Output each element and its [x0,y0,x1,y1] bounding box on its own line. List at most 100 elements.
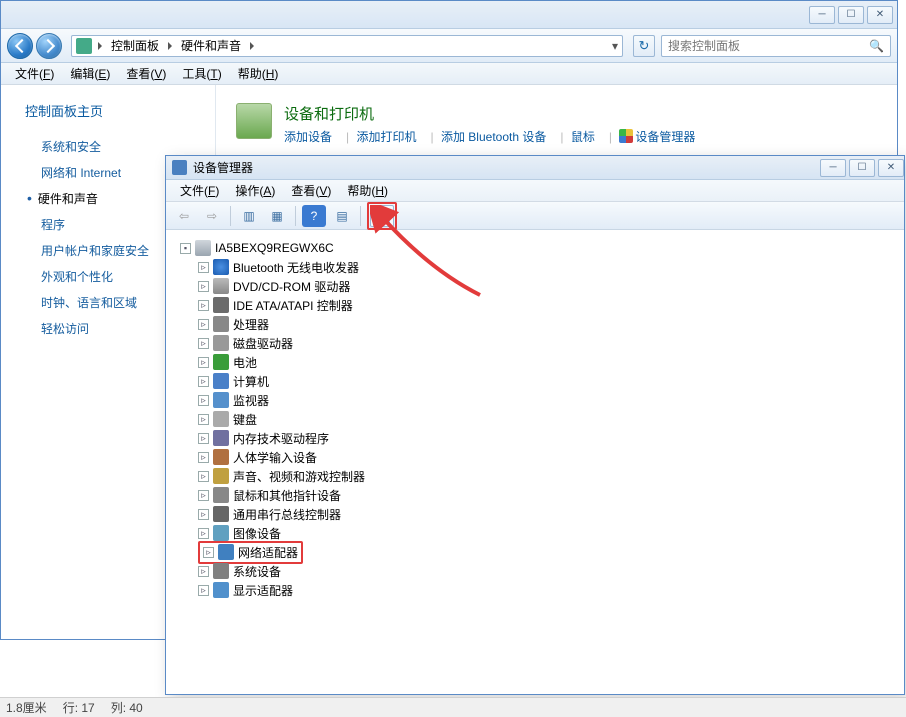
link-mouse[interactable]: 鼠标 [571,130,595,144]
menu-编辑[interactable]: 编辑(E) [62,63,118,84]
menu-帮助[interactable]: 帮助(H) [339,180,396,201]
tree-item-label: 通用串行总线控制器 [233,506,341,523]
expand-icon[interactable]: ▹ [198,471,209,482]
tree-item[interactable]: ▹ 人体学输入设备 [176,448,894,466]
tree-root[interactable]: ▪ IA5BEXQ9REGWX6C [176,239,894,257]
properties-icon[interactable]: ▦ [265,205,289,227]
tree-item[interactable]: ▹处理器 [176,315,894,333]
category-title[interactable]: 设备和打印机 [284,103,705,124]
forward-button[interactable] [36,33,62,59]
tree-item-label: 网络适配器 [238,544,298,561]
breadcrumb-segment[interactable]: 控制面板 [104,35,166,56]
menu-查看[interactable]: 查看(V) [118,63,174,84]
expand-icon[interactable]: ▹ [198,585,209,596]
tree-item[interactable]: ▹图像设备 [176,524,894,542]
tree-item[interactable]: ▹鼠标和其他指针设备 [176,486,894,504]
expand-icon[interactable]: ▹ [198,509,209,520]
dm-toolbar: ⇦ ⇨ ▥ ▦ ? ▤ [166,202,904,230]
expand-icon[interactable]: ▹ [198,338,209,349]
link-add-device[interactable]: 添加设备 [284,130,332,144]
close-button[interactable]: ✕ [867,6,893,24]
tree-item[interactable]: ▹ 通用串行总线控制器 [176,505,894,523]
dropdown-icon[interactable]: ▾ [612,39,618,53]
ic-disk [213,335,229,351]
tree-item[interactable]: ▹ 内存技术驱动程序 [176,429,894,447]
chevron-right-icon [250,42,254,50]
ic-comp [213,373,229,389]
maximize-button[interactable]: ☐ [838,6,864,24]
help-icon[interactable]: ? [302,205,326,227]
scan-hardware-icon[interactable] [370,205,394,227]
update-driver-icon[interactable]: ▤ [330,205,354,227]
cp-caption-bar: ─ ☐ ✕ [1,1,897,29]
dm-menu-bar: 文件(F)操作(A)查看(V)帮助(H) [166,180,904,202]
ic-bat [213,354,229,370]
expand-icon[interactable]: ▹ [198,528,209,539]
tree-item[interactable]: ▹ 磁盘驱动器 [176,334,894,352]
link-device-manager[interactable]: 设备管理器 [635,130,695,144]
expand-icon[interactable]: ▹ [198,357,209,368]
tree-item[interactable]: ▹ 键盘 [176,410,894,428]
expand-icon[interactable]: ▹ [198,319,209,330]
tree-item-label: 键盘 [233,411,257,428]
expand-icon[interactable]: ▹ [198,433,209,444]
expand-icon[interactable]: ▹ [198,376,209,387]
tree-item[interactable]: ▹DVD/CD-ROM 驱动器 [176,277,894,295]
back-button[interactable] [7,33,33,59]
menu-操作[interactable]: 操作(A) [227,180,283,201]
link-add-bluetooth[interactable]: 添加 Bluetooth 设备 [441,130,546,144]
shield-icon [619,129,633,143]
expand-icon[interactable]: ▹ [198,490,209,501]
tree-item[interactable]: ▹系统设备 [176,562,894,580]
expand-icon[interactable]: ▹ [198,452,209,463]
dm-close-button[interactable]: ✕ [878,159,904,177]
expand-icon[interactable]: ▹ [198,262,209,273]
refresh-button[interactable]: ↻ [633,35,655,57]
link-add-printer[interactable]: 添加打印机 [356,130,416,144]
tree-item[interactable]: ▹监视器 [176,391,894,409]
tree-item[interactable]: ▹ IDE ATA/ATAPI 控制器 [176,296,894,314]
tree-item-label: 磁盘驱动器 [233,335,293,352]
tree-item[interactable]: ▹计算机 [176,372,894,390]
collapse-icon[interactable]: ▪ [180,243,191,254]
expand-icon[interactable]: ▹ [198,414,209,425]
expand-icon[interactable]: ▹ [198,566,209,577]
tree-item[interactable]: ▹电池 [176,353,894,371]
ic-usb [213,506,229,522]
tree-item[interactable]: ▹Bluetooth 无线电收发器 [176,258,894,276]
dm-minimize-button[interactable]: ─ [820,159,846,177]
annotated-toolbar-button [367,202,397,230]
forward-icon[interactable]: ⇨ [200,205,224,227]
menu-帮助[interactable]: 帮助(H) [230,63,287,84]
sidebar-item[interactable]: 系统和安全 [25,138,215,155]
minimize-button[interactable]: ─ [809,6,835,24]
tree-item-label: 内存技术驱动程序 [233,430,329,447]
tree-item-label: IDE ATA/ATAPI 控制器 [233,297,353,314]
chevron-right-icon [98,42,102,50]
chevron-right-icon [168,42,172,50]
show-hidden-icon[interactable]: ▥ [237,205,261,227]
menu-工具[interactable]: 工具(T) [174,63,229,84]
cp-home-link[interactable]: 控制面板主页 [25,101,215,120]
tree-item-label: 人体学输入设备 [233,449,317,466]
search-box[interactable]: 搜索控制面板 🔍 [661,35,891,57]
menu-查看[interactable]: 查看(V) [283,180,339,201]
dm-maximize-button[interactable]: ☐ [849,159,875,177]
tree-item[interactable]: ▹显示适配器 [176,581,894,599]
ic-net [218,544,234,560]
expand-icon[interactable]: ▹ [198,395,209,406]
expand-icon[interactable]: ▹ [198,300,209,311]
toolbar-separator [230,206,231,226]
status-col: 列: 40 [111,699,143,716]
tree-item[interactable]: ▹声音、视频和游戏控制器 [176,467,894,485]
menu-文件[interactable]: 文件(F) [7,63,62,84]
expand-icon[interactable]: ▹ [203,547,214,558]
address-bar[interactable]: 控制面板 硬件和声音 ▾ [71,35,623,57]
tree-item[interactable]: ▹ 网络适配器 [176,543,894,561]
expand-icon[interactable]: ▹ [198,281,209,292]
device-manager-window: 设备管理器 ─ ☐ ✕ 文件(F)操作(A)查看(V)帮助(H) ⇦ ⇨ ▥ ▦… [165,155,905,695]
dm-tree[interactable]: ▪ IA5BEXQ9REGWX6C ▹Bluetooth 无线电收发器▹DVD/… [166,230,904,692]
back-icon[interactable]: ⇦ [172,205,196,227]
menu-文件[interactable]: 文件(F) [172,180,227,201]
breadcrumb-segment[interactable]: 硬件和声音 [174,35,248,56]
